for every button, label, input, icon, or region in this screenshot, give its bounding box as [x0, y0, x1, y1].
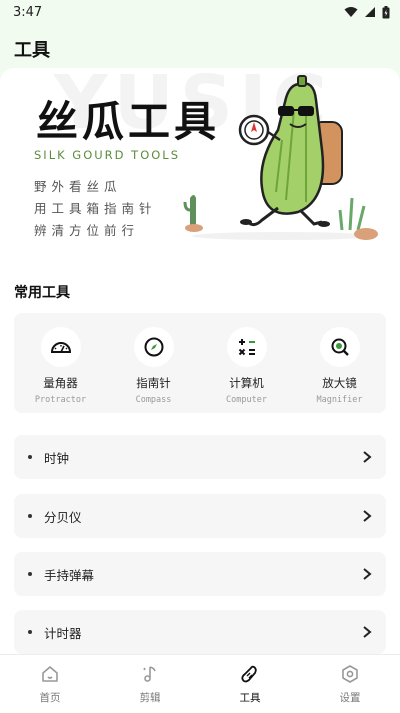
- compass-icon: [133, 327, 174, 367]
- list-item-decibel-meter-label: 分贝仪: [44, 509, 82, 525]
- nav-settings[interactable]: 设置: [310, 664, 390, 705]
- list-item-timer-label: 计时器: [44, 625, 82, 641]
- banner-line-1: 野外看丝瓜: [34, 179, 122, 194]
- nav-home-label: 首页: [39, 691, 61, 704]
- music-note-icon: [143, 665, 156, 682]
- tool-compass-en-label: Compass: [135, 395, 172, 405]
- bullet-dot: [28, 630, 32, 634]
- gourd-icon: [241, 665, 257, 682]
- content-scroll-area[interactable]: YUSIC 丝瓜工具 SILK GOURD TOOLS 野外看丝瓜 用工具箱指南…: [0, 68, 400, 654]
- list-item-timer[interactable]: 计时器: [14, 610, 386, 654]
- list-item-clock-label: 时钟: [44, 450, 70, 466]
- nav-tools-label: 工具: [239, 691, 261, 704]
- common-tools-card: 量角器 Protractor 指南针 Compass 计算机 Computer …: [14, 313, 386, 413]
- bullet-dot: [28, 514, 32, 518]
- nav-home[interactable]: 首页: [10, 664, 90, 705]
- tool-calculator-en-label: Computer: [226, 395, 267, 405]
- page-title: 工具: [14, 40, 50, 61]
- gourd-mascot-illustration: [183, 75, 378, 240]
- nav-edit[interactable]: 剪辑: [110, 664, 190, 705]
- nav-settings-label: 设置: [339, 691, 361, 704]
- chevron-right-icon: [363, 568, 372, 580]
- tool-magnifier-label: 放大镜: [322, 376, 357, 390]
- tool-protractor-label: 量角器: [43, 376, 78, 390]
- tool-protractor-en-label: Protractor: [34, 395, 87, 405]
- bullet-dot: [28, 572, 32, 576]
- signal-icon: [365, 7, 375, 17]
- wifi-icon: [344, 7, 358, 17]
- protractor-icon: [40, 327, 81, 367]
- tool-magnifier-en-label: Magnifier: [316, 395, 363, 405]
- list-item-decibel-meter[interactable]: 分贝仪: [14, 494, 386, 538]
- banner-line-3: 辨清方位前行: [34, 223, 140, 238]
- magnifier-icon: [319, 327, 360, 367]
- chevron-right-icon: [363, 626, 372, 638]
- tool-compass[interactable]: 指南针 Compass: [114, 327, 194, 405]
- chevron-right-icon: [363, 451, 372, 463]
- banner-line-2: 用工具箱指南针: [34, 201, 157, 216]
- status-bar: 3:47: [0, 0, 400, 24]
- list-item-clock[interactable]: 时钟: [14, 435, 386, 479]
- chevron-right-icon: [363, 510, 372, 522]
- bullet-dot: [28, 455, 32, 459]
- status-icons: [344, 5, 390, 19]
- nav-tools[interactable]: 工具: [210, 664, 290, 705]
- calculator-icon: [226, 327, 267, 367]
- banner-subtitle: SILK GOURD TOOLS: [34, 148, 181, 162]
- battery-icon: [382, 5, 390, 18]
- home-icon: [42, 665, 58, 682]
- list-item-handheld-danmaku-label: 手持弹幕: [44, 567, 95, 583]
- tool-calculator-label: 计算机: [229, 376, 264, 390]
- nav-edit-label: 剪辑: [139, 691, 161, 704]
- settings-icon: [342, 664, 358, 683]
- tool-calculator[interactable]: 计算机 Computer: [207, 327, 287, 405]
- list-item-handheld-danmaku[interactable]: 手持弹幕: [14, 552, 386, 596]
- tool-compass-label: 指南针: [136, 376, 171, 390]
- tool-protractor[interactable]: 量角器 Protractor: [21, 327, 101, 405]
- status-time: 3:47: [13, 4, 43, 20]
- banner: YUSIC 丝瓜工具 SILK GOURD TOOLS 野外看丝瓜 用工具箱指南…: [14, 68, 386, 244]
- section-title-common-tools: 常用工具: [14, 285, 70, 301]
- bottom-navigation: 首页 剪辑 工具 设置: [0, 654, 400, 713]
- tool-magnifier[interactable]: 放大镜 Magnifier: [300, 327, 380, 405]
